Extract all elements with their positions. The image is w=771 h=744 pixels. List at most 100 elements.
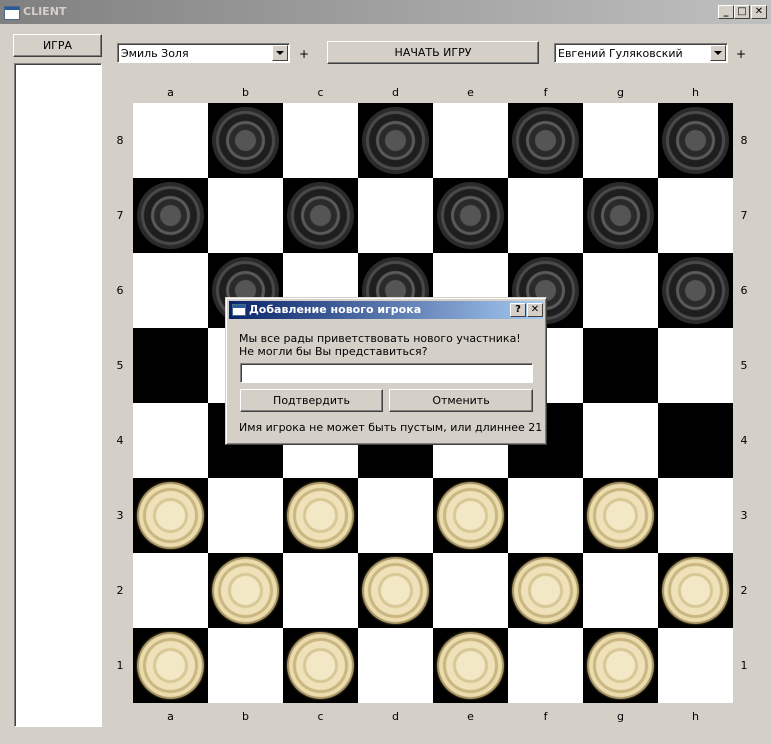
white-checker-piece[interactable] — [662, 557, 729, 624]
board-square-h7[interactable] — [658, 178, 733, 253]
file-label: f — [543, 86, 548, 99]
board-square-c2[interactable] — [283, 553, 358, 628]
board-square-f7[interactable] — [508, 178, 583, 253]
board-square-b2[interactable] — [208, 553, 283, 628]
white-checker-piece[interactable] — [287, 632, 354, 699]
board-square-e8[interactable] — [433, 103, 508, 178]
white-checker-piece[interactable] — [212, 557, 279, 624]
board-square-c8[interactable] — [283, 103, 358, 178]
board-square-h3[interactable] — [658, 478, 733, 553]
board-square-c3[interactable] — [283, 478, 358, 553]
add-player1-button[interactable]: + — [299, 47, 309, 61]
board-square-c1[interactable] — [283, 628, 358, 703]
board-square-g8[interactable] — [583, 103, 658, 178]
file-label: a — [167, 86, 174, 99]
board-square-h1[interactable] — [658, 628, 733, 703]
board-square-h6[interactable] — [658, 253, 733, 328]
black-checker-piece[interactable] — [362, 107, 429, 174]
white-checker-piece[interactable] — [587, 632, 654, 699]
board-square-b3[interactable] — [208, 478, 283, 553]
white-checker-piece[interactable] — [137, 482, 204, 549]
board-square-g2[interactable] — [583, 553, 658, 628]
add-player2-button[interactable]: + — [736, 47, 746, 61]
player2-value: Евгений Гуляковский — [558, 47, 683, 60]
board-square-g6[interactable] — [583, 253, 658, 328]
board-square-e1[interactable] — [433, 628, 508, 703]
board-square-d3[interactable] — [358, 478, 433, 553]
board-square-d2[interactable] — [358, 553, 433, 628]
board-square-h2[interactable] — [658, 553, 733, 628]
white-checker-piece[interactable] — [512, 557, 579, 624]
dialog-message-line1: Мы все рады приветствовать нового участн… — [239, 332, 521, 345]
board-square-g4[interactable] — [583, 403, 658, 478]
board-square-g1[interactable] — [583, 628, 658, 703]
board-square-a4[interactable] — [133, 403, 208, 478]
player-name-input[interactable] — [240, 363, 533, 383]
board-square-d8[interactable] — [358, 103, 433, 178]
white-checker-piece[interactable] — [437, 482, 504, 549]
board-square-a7[interactable] — [133, 178, 208, 253]
close-button[interactable]: ✕ — [751, 5, 767, 19]
file-label: a — [167, 710, 174, 723]
board-square-d1[interactable] — [358, 628, 433, 703]
white-checker-piece[interactable] — [137, 632, 204, 699]
rank-label: 2 — [116, 583, 124, 597]
player2-select[interactable]: Евгений Гуляковский — [554, 43, 728, 63]
black-checker-piece[interactable] — [662, 107, 729, 174]
board-square-d7[interactable] — [358, 178, 433, 253]
board-square-g5[interactable] — [583, 328, 658, 403]
board-square-b1[interactable] — [208, 628, 283, 703]
black-checker-piece[interactable] — [287, 182, 354, 249]
window-titlebar: CLIENT _ □ ✕ — [0, 0, 771, 24]
minimize-button[interactable]: _ — [718, 5, 734, 19]
board-square-a5[interactable] — [133, 328, 208, 403]
dialog-close-button[interactable]: ✕ — [527, 303, 543, 317]
board-square-h5[interactable] — [658, 328, 733, 403]
board-square-a2[interactable] — [133, 553, 208, 628]
board-square-f8[interactable] — [508, 103, 583, 178]
start-game-button[interactable]: НАЧАТЬ ИГРУ — [327, 41, 539, 64]
file-label: c — [317, 86, 324, 99]
board-square-a3[interactable] — [133, 478, 208, 553]
board-square-f2[interactable] — [508, 553, 583, 628]
board-square-b7[interactable] — [208, 178, 283, 253]
black-checker-piece[interactable] — [662, 257, 729, 324]
player1-select[interactable]: Эмиль Золя — [117, 43, 290, 63]
board-square-g7[interactable] — [583, 178, 658, 253]
white-checker-piece[interactable] — [587, 482, 654, 549]
board-square-c7[interactable] — [283, 178, 358, 253]
board-square-g3[interactable] — [583, 478, 658, 553]
black-checker-piece[interactable] — [212, 107, 279, 174]
white-checker-piece[interactable] — [287, 482, 354, 549]
file-label: f — [543, 710, 548, 723]
board-square-b8[interactable] — [208, 103, 283, 178]
black-checker-piece[interactable] — [512, 107, 579, 174]
black-checker-piece[interactable] — [137, 182, 204, 249]
black-checker-piece[interactable] — [587, 182, 654, 249]
board-square-a8[interactable] — [133, 103, 208, 178]
maximize-button[interactable]: □ — [734, 5, 750, 19]
confirm-button[interactable]: Подтвердить — [240, 389, 383, 412]
board-square-h4[interactable] — [658, 403, 733, 478]
black-checker-piece[interactable] — [437, 182, 504, 249]
chevron-down-icon[interactable] — [710, 45, 726, 61]
board-square-a1[interactable] — [133, 628, 208, 703]
white-checker-piece[interactable] — [362, 557, 429, 624]
board-square-a6[interactable] — [133, 253, 208, 328]
board-square-e3[interactable] — [433, 478, 508, 553]
file-label: e — [467, 86, 474, 99]
game-log-list[interactable] — [14, 63, 102, 727]
board-square-h8[interactable] — [658, 103, 733, 178]
help-button[interactable]: ? — [510, 303, 526, 317]
game-menu-button[interactable]: ИГРА — [13, 34, 102, 57]
rank-label: 6 — [116, 283, 124, 297]
file-label: b — [242, 710, 249, 723]
white-checker-piece[interactable] — [437, 632, 504, 699]
board-square-e2[interactable] — [433, 553, 508, 628]
board-square-f3[interactable] — [508, 478, 583, 553]
cancel-button[interactable]: Отменить — [389, 389, 533, 412]
board-square-e7[interactable] — [433, 178, 508, 253]
file-label: e — [467, 710, 474, 723]
board-square-f1[interactable] — [508, 628, 583, 703]
chevron-down-icon[interactable] — [272, 45, 288, 61]
